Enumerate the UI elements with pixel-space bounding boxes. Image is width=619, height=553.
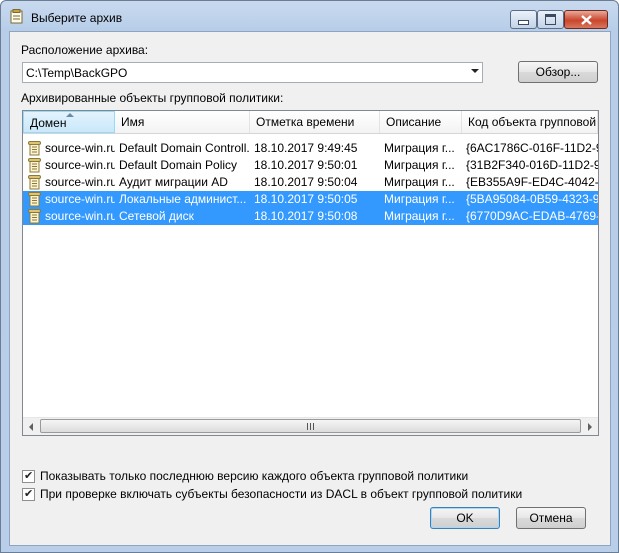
gpo-id-cell: {6770D9AC-EDAB-4769-97 xyxy=(466,209,598,223)
column-header-label: Имя xyxy=(121,115,145,129)
name-cell: Default Domain Policy xyxy=(119,158,238,172)
dialog-body: Расположение архива: C:\Temp\BackGPO Обз… xyxy=(9,31,611,546)
domain-cell: source-win.ru xyxy=(45,209,115,223)
dialog-window: Выберите архив Расположение архива: C:\T… xyxy=(0,0,619,553)
close-icon xyxy=(580,14,592,25)
column-header-timestamp[interactable]: Отметка времени xyxy=(250,111,380,133)
scroll-right-icon[interactable] xyxy=(588,423,592,431)
domain-cell: source-win.ru xyxy=(45,175,115,189)
window-title: Выберите архив xyxy=(31,11,123,25)
gpo-id-cell: {31B2F340-016D-11D2-945 xyxy=(466,158,598,172)
column-header-label: Описание xyxy=(386,115,442,129)
table-row[interactable]: source-win.ru Локальные админист... 18.10.… xyxy=(23,191,598,208)
domain-cell: source-win.ru xyxy=(45,192,115,206)
table-row[interactable]: source-win.ru Сетевой диск 18.10.2017 9:50… xyxy=(23,208,598,225)
gpo-id-cell: {EB355A9F-ED4C-4042-BD xyxy=(466,175,598,189)
description-cell: Миграция г... xyxy=(384,192,455,206)
minimize-icon xyxy=(518,20,529,25)
latest-only-label[interactable]: Показывать только последнюю версию каждо… xyxy=(40,469,468,483)
cancel-button[interactable]: Отмена xyxy=(516,507,586,529)
location-combobox[interactable]: C:\Temp\BackGPO xyxy=(22,62,483,83)
name-cell: Default Domain Controll... xyxy=(119,141,250,155)
description-cell: Миграция г... xyxy=(384,209,455,223)
column-header-label: Код объекта групповой по xyxy=(468,115,597,129)
name-cell: Локальные админист... xyxy=(119,192,247,206)
minimize-button[interactable] xyxy=(510,10,537,29)
domain-cell: source-win.ru xyxy=(45,141,115,155)
column-header-label: Домен xyxy=(30,116,67,130)
column-header-gpo-id[interactable]: Код объекта групповой по xyxy=(462,111,598,133)
horizontal-scrollbar[interactable] xyxy=(23,417,598,435)
checkmark-icon: ✔ xyxy=(24,470,34,482)
scroll-left-icon[interactable] xyxy=(29,423,33,431)
include-dacl-checkbox[interactable]: ✔ xyxy=(22,488,35,501)
latest-only-checkbox[interactable]: ✔ xyxy=(22,470,35,483)
timestamp-cell: 18.10.2017 9:50:08 xyxy=(254,209,358,223)
column-header-name[interactable]: Имя xyxy=(115,111,250,133)
list-header: Домен Имя Отметка времени Описание Код о… xyxy=(23,111,598,134)
browse-button[interactable]: Обзор... xyxy=(518,61,598,83)
column-header-description[interactable]: Описание xyxy=(380,111,462,133)
grip-icon xyxy=(306,423,316,430)
gpo-list[interactable]: Домен Имя Отметка времени Описание Код о… xyxy=(22,110,599,436)
include-dacl-label[interactable]: При проверке включать субъекты безопасно… xyxy=(40,487,522,501)
name-cell: Аудит миграции AD xyxy=(119,175,228,189)
column-header-label: Отметка времени xyxy=(256,115,355,129)
gpo-scroll-icon xyxy=(28,141,41,156)
dropdown-arrow-icon[interactable] xyxy=(471,69,479,73)
gpo-scroll-icon xyxy=(28,209,41,224)
table-row[interactable]: source-win.ru Default Domain Policy 18.10.… xyxy=(23,157,598,174)
title-bar[interactable]: Выберите архив xyxy=(1,1,618,33)
sort-up-icon xyxy=(66,113,74,117)
location-value: C:\Temp\BackGPO xyxy=(26,66,128,80)
timestamp-cell: 18.10.2017 9:49:45 xyxy=(254,141,358,155)
table-row[interactable]: source-win.ru Default Domain Controll... 1… xyxy=(23,140,598,157)
list-label: Архивированные объекты групповой политик… xyxy=(21,91,284,105)
timestamp-cell: 18.10.2017 9:50:01 xyxy=(254,158,358,172)
gpo-id-cell: {6AC1786C-016F-11D2-945 xyxy=(466,141,598,155)
timestamp-cell: 18.10.2017 9:50:04 xyxy=(254,175,358,189)
gpo-scroll-icon xyxy=(28,158,41,173)
gpo-id-cell: {5BA95084-0B59-4323-985 xyxy=(466,192,598,206)
description-cell: Миграция г... xyxy=(384,175,455,189)
gpo-scroll-icon xyxy=(28,175,41,190)
archive-icon xyxy=(10,9,23,24)
scrollbar-thumb[interactable] xyxy=(40,419,581,433)
column-header-domain[interactable]: Домен xyxy=(23,111,115,133)
close-button[interactable] xyxy=(564,10,608,29)
table-row[interactable]: source-win.ru Аудит миграции AD 18.10.2017… xyxy=(23,174,598,191)
ok-button[interactable]: OK xyxy=(430,507,500,529)
maximize-icon xyxy=(545,14,556,25)
gpo-scroll-icon xyxy=(28,192,41,207)
description-cell: Миграция г... xyxy=(384,158,455,172)
maximize-button[interactable] xyxy=(537,10,564,29)
location-label: Расположение архива: xyxy=(21,43,149,57)
name-cell: Сетевой диск xyxy=(119,209,194,223)
domain-cell: source-win.ru xyxy=(45,158,115,172)
timestamp-cell: 18.10.2017 9:50:05 xyxy=(254,192,358,206)
checkmark-icon: ✔ xyxy=(24,488,34,500)
description-cell: Миграция г... xyxy=(384,141,455,155)
